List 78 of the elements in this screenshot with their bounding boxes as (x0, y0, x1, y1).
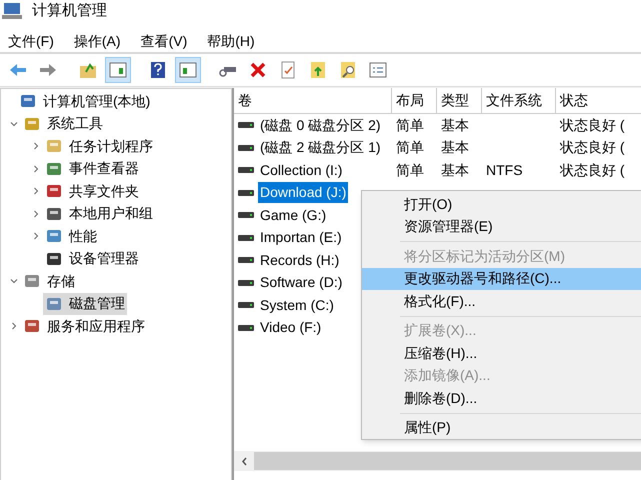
column-header[interactable]: 卷 (234, 88, 392, 113)
table-cell: 状态良好 ( (560, 162, 625, 178)
tree-item[interactable]: 任务计划程序 (43, 135, 155, 158)
context-menu-item[interactable]: 更改驱动器号和路径(C)... (362, 268, 641, 290)
table-cell: 状态良好 ( (560, 116, 625, 133)
chevron-right-icon[interactable] (10, 322, 18, 330)
tree-item[interactable]: 共享文件夹 (43, 180, 141, 202)
chevron-left-icon (240, 456, 248, 466)
tree-item[interactable]: 本地用户和组 (43, 202, 155, 225)
folder-up-icon (308, 60, 328, 80)
volume-name[interactable]: Records (H:) (258, 250, 342, 271)
volume-name[interactable]: Download (J:) (258, 182, 348, 204)
chevron-down-icon[interactable] (10, 120, 18, 128)
column-header[interactable]: 布局 (392, 88, 437, 113)
tree-item[interactable]: 设备管理器 (43, 248, 141, 270)
table-cell: 简单 (396, 162, 424, 178)
volume-name[interactable]: (磁盘 0 磁盘分区 2) (258, 114, 383, 136)
tree-item[interactable]: 存储 (21, 270, 77, 292)
context-menu-item[interactable]: 删除卷(D)... (362, 387, 641, 410)
computer-icon (2, 2, 24, 20)
table-cell: 状态良好 ( (560, 139, 625, 156)
table-cell: 简单 (396, 139, 424, 156)
table-cell: 简单 (396, 116, 424, 133)
search-icon (338, 60, 358, 80)
context-menu-item[interactable]: 资源管理器(E) (362, 216, 641, 238)
tree-item[interactable]: 性能 (43, 225, 99, 248)
drive-icon (238, 234, 254, 242)
context-menu-item[interactable]: 格式化(F)... (362, 290, 641, 312)
tree-item[interactable]: 事件查看器 (43, 158, 141, 180)
volume-name[interactable]: Game (G:) (258, 204, 328, 226)
volume-name[interactable]: Software (D:) (258, 272, 344, 294)
tree-item[interactable]: 计算机管理(本地) (17, 90, 152, 112)
panel-icon (178, 60, 198, 80)
table-cell: 基本 (441, 162, 469, 178)
scrollbar-thumb[interactable] (254, 452, 641, 470)
volume-name[interactable]: System (C:) (258, 294, 336, 316)
panel-icon (108, 60, 128, 80)
drive-icon (238, 324, 254, 332)
chevron-right-icon[interactable] (32, 187, 40, 196)
window-title: 计算机管理 (32, 0, 107, 21)
volume-name[interactable]: Importan (E:) (258, 227, 344, 248)
drive-icon (238, 278, 254, 287)
context-menu-item[interactable]: 打开(O) (362, 193, 641, 216)
tree-item[interactable]: 服务和应用程序 (21, 315, 147, 338)
chevron-right-icon[interactable] (32, 210, 40, 218)
toolbar-button[interactable] (175, 57, 201, 83)
drive-icon (238, 188, 254, 197)
help-icon (148, 60, 168, 80)
delete-icon (248, 60, 268, 80)
menu-item[interactable]: 查看(V) (140, 30, 188, 52)
volume-name[interactable]: (磁盘 2 磁盘分区 1) (258, 137, 383, 158)
toolbar-button[interactable] (105, 57, 131, 83)
drive-icon (238, 211, 254, 220)
volume-name[interactable]: Collection (I:) (258, 160, 344, 181)
menu-item[interactable]: 文件(F) (8, 30, 54, 52)
drive-icon (238, 256, 254, 264)
volume-name[interactable]: Video (F:) (258, 317, 324, 338)
table-cell: 基本 (441, 116, 469, 133)
table-cell: NTFS (486, 162, 523, 178)
chevron-right-icon[interactable] (32, 142, 40, 150)
chevron-down-icon[interactable] (10, 277, 18, 286)
column-header[interactable]: 状态 (556, 88, 641, 113)
column-header[interactable]: 文件系统 (482, 88, 556, 113)
drive-icon (238, 144, 254, 152)
chevron-right-icon[interactable] (32, 232, 40, 240)
tree-item[interactable]: 磁盘管理 (43, 292, 127, 315)
menu-item[interactable]: 操作(A) (74, 30, 121, 52)
context-menu-item[interactable]: 压缩卷(H)... (362, 342, 641, 364)
drive-icon (238, 121, 254, 130)
column-header[interactable]: 类型 (437, 88, 482, 113)
checklist-icon (368, 60, 388, 80)
drive-icon (238, 166, 254, 174)
drive-icon (238, 301, 254, 310)
menu-item[interactable]: 帮助(H) (207, 30, 255, 52)
chevron-right-icon[interactable] (32, 164, 40, 173)
context-menu-item[interactable]: 属性(P) (362, 416, 641, 439)
table-cell: 基本 (441, 139, 469, 156)
tree-item[interactable]: 系统工具 (21, 112, 105, 135)
